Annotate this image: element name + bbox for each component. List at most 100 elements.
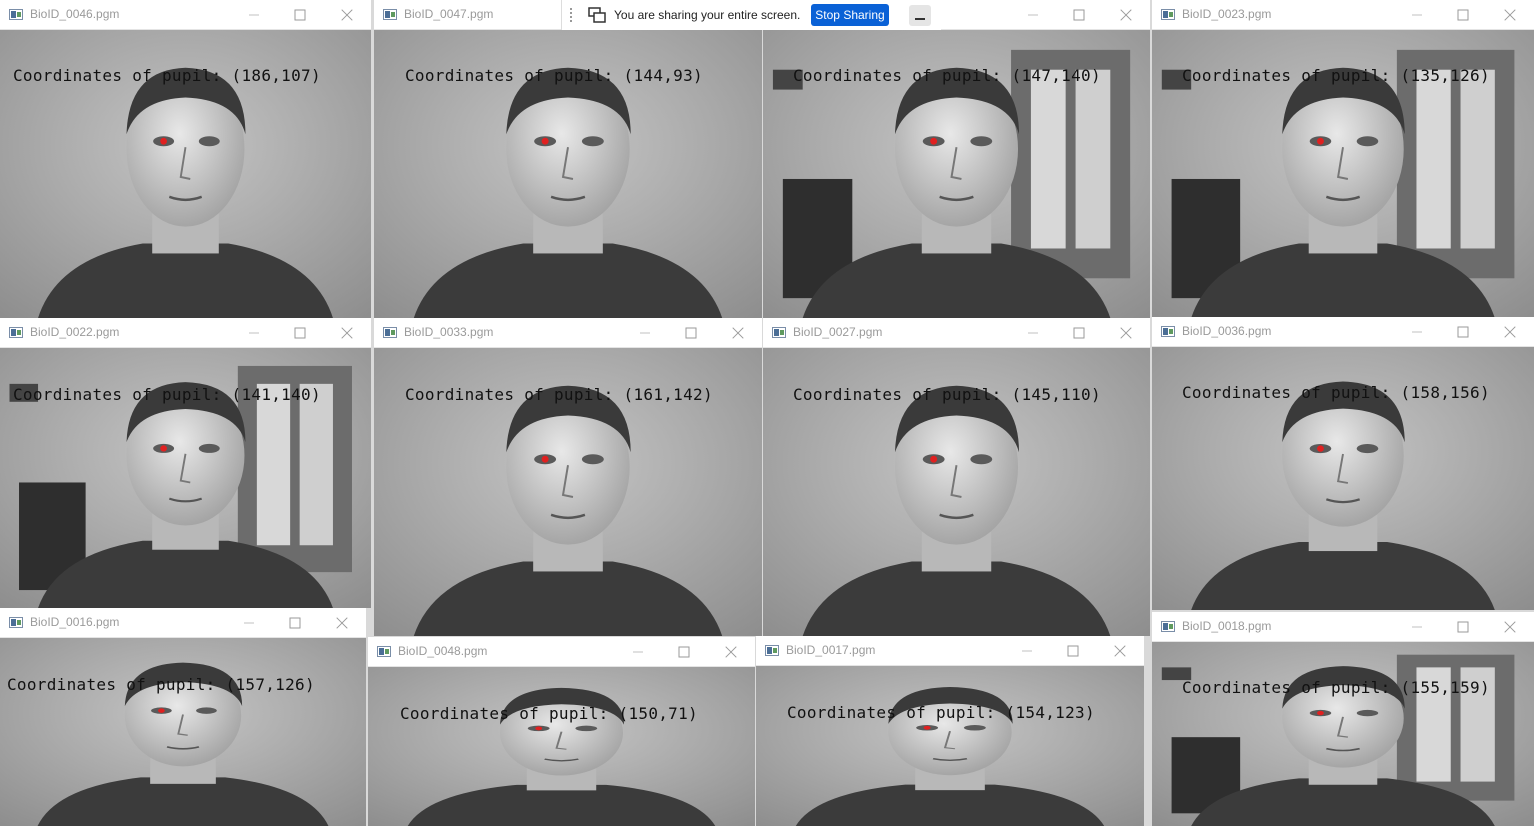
- screen-share-icon: [588, 7, 606, 23]
- window-title: BioID_0036.pgm: [1182, 324, 1272, 338]
- image-window-10[interactable]: BioID_0048.pgm Coordinates of pupil: (15…: [368, 637, 755, 826]
- close-icon: [336, 617, 349, 630]
- maximize-button[interactable]: [661, 637, 707, 667]
- minimize-icon: [633, 651, 643, 653]
- maximize-button[interactable]: [1050, 636, 1096, 666]
- maximize-icon: [294, 327, 306, 339]
- image-window-4[interactable]: BioID_0023.pgm Coordinates of pupil: (13…: [1152, 0, 1534, 318]
- window-title: BioID_0027.pgm: [793, 325, 883, 339]
- maximize-icon: [1073, 327, 1085, 339]
- minimize-icon: [640, 332, 650, 334]
- close-button[interactable]: [1487, 317, 1533, 347]
- image-window-6[interactable]: BioID_0033.pgm Coordinates of pupil: (16…: [374, 318, 762, 636]
- window-titlebar[interactable]: BioID_0048.pgm: [368, 637, 755, 667]
- window-titlebar[interactable]: BioID_0033.pgm: [374, 318, 762, 348]
- image-window-11[interactable]: BioID_0017.pgm Coordinates of pupil: (15…: [756, 636, 1144, 826]
- image-window-5[interactable]: BioID_0022.pgm Coordinates of pupil: (14…: [0, 318, 371, 608]
- close-button[interactable]: [324, 0, 370, 30]
- maximize-icon: [1067, 645, 1079, 657]
- face-image: Coordinates of pupil: (155,159): [1152, 642, 1534, 826]
- image-file-icon: [772, 327, 786, 338]
- face-photo: [368, 667, 755, 826]
- minimize-icon: [1412, 14, 1422, 16]
- maximize-icon: [1457, 9, 1469, 21]
- close-button[interactable]: [1097, 636, 1143, 666]
- stop-sharing-button[interactable]: Stop Sharing: [811, 4, 889, 26]
- drag-handle[interactable]: [570, 8, 572, 23]
- close-button[interactable]: [1103, 318, 1149, 348]
- maximize-icon: [685, 327, 697, 339]
- image-file-icon: [377, 646, 391, 657]
- window-titlebar[interactable]: BioID_0046.pgm: [0, 0, 371, 30]
- hide-share-bar-button[interactable]: [909, 5, 931, 26]
- maximize-button[interactable]: [272, 608, 318, 638]
- face-image: Coordinates of pupil: (144,93): [374, 30, 762, 318]
- image-file-icon: [765, 645, 779, 656]
- image-window-2[interactable]: BioID_0047.pgm Coordinates of pupil: (14…: [374, 0, 762, 318]
- screen-share-bar[interactable]: You are sharing your entire screen. Stop…: [561, 0, 941, 30]
- image-file-icon: [9, 327, 23, 338]
- face-image: Coordinates of pupil: (157,126): [0, 638, 366, 826]
- minimize-button[interactable]: [1010, 0, 1056, 30]
- pupil-coordinates-text: Coordinates of pupil: (145,110): [793, 385, 1101, 404]
- window-title: BioID_0018.pgm: [1182, 619, 1272, 633]
- maximize-button[interactable]: [668, 318, 714, 348]
- maximize-button[interactable]: [1056, 318, 1102, 348]
- face-image: Coordinates of pupil: (141,140): [0, 348, 371, 608]
- image-window-9[interactable]: BioID_0016.pgm Coordinates of pupil: (15…: [0, 608, 366, 826]
- minimize-icon: [1028, 332, 1038, 334]
- image-window-3[interactable]: Coordinates of pupil: (147,140): [763, 0, 1150, 318]
- minimize-button[interactable]: [1004, 636, 1050, 666]
- close-button[interactable]: [708, 637, 754, 667]
- window-titlebar[interactable]: BioID_0036.pgm: [1152, 317, 1534, 347]
- close-button[interactable]: [319, 608, 365, 638]
- image-window-7[interactable]: BioID_0027.pgm Coordinates of pupil: (14…: [763, 318, 1150, 636]
- maximize-button[interactable]: [277, 0, 323, 30]
- close-button[interactable]: [1103, 0, 1149, 30]
- image-window-1[interactable]: BioID_0046.pgm Coordinates of pupil: (18…: [0, 0, 371, 318]
- minimize-icon: [249, 332, 259, 334]
- maximize-button[interactable]: [1056, 0, 1102, 30]
- close-button[interactable]: [715, 318, 761, 348]
- face-image: Coordinates of pupil: (147,140): [763, 30, 1150, 318]
- maximize-button[interactable]: [277, 318, 323, 348]
- minimize-button[interactable]: [231, 0, 277, 30]
- window-titlebar[interactable]: BioID_0023.pgm: [1152, 0, 1534, 30]
- pupil-coordinates-text: Coordinates of pupil: (155,159): [1182, 678, 1490, 697]
- face-photo: [0, 638, 366, 826]
- minimize-button[interactable]: [1394, 612, 1440, 642]
- image-window-12[interactable]: BioID_0018.pgm Coordinates of pupil: (15…: [1152, 612, 1534, 826]
- maximize-icon: [294, 9, 306, 21]
- minimize-icon: [1022, 650, 1032, 652]
- close-icon: [732, 327, 745, 340]
- minimize-button[interactable]: [1394, 317, 1440, 347]
- window-titlebar[interactable]: BioID_0027.pgm: [763, 318, 1150, 348]
- minimize-button[interactable]: [615, 637, 661, 667]
- window-titlebar[interactable]: BioID_0016.pgm: [0, 608, 366, 638]
- image-window-8[interactable]: BioID_0036.pgm Coordinates of pupil: (15…: [1152, 317, 1534, 610]
- maximize-button[interactable]: [1440, 0, 1486, 30]
- window-titlebar[interactable]: BioID_0022.pgm: [0, 318, 371, 348]
- minimize-button[interactable]: [1394, 0, 1440, 30]
- window-title: BioID_0046.pgm: [30, 7, 120, 21]
- face-image: Coordinates of pupil: (135,126): [1152, 30, 1534, 318]
- maximize-icon: [1073, 9, 1085, 21]
- image-file-icon: [383, 9, 397, 20]
- minimize-button[interactable]: [231, 318, 277, 348]
- close-button[interactable]: [1487, 0, 1533, 30]
- share-status-text: You are sharing your entire screen.: [614, 8, 801, 22]
- window-title: BioID_0048.pgm: [398, 644, 488, 658]
- minimize-icon: [1028, 14, 1038, 16]
- close-icon: [1504, 9, 1517, 22]
- window-titlebar[interactable]: BioID_0018.pgm: [1152, 612, 1534, 642]
- minimize-button[interactable]: [1010, 318, 1056, 348]
- close-button[interactable]: [324, 318, 370, 348]
- window-titlebar[interactable]: BioID_0017.pgm: [756, 636, 1144, 666]
- minimize-button[interactable]: [226, 608, 272, 638]
- maximize-button[interactable]: [1440, 317, 1486, 347]
- close-button[interactable]: [1487, 612, 1533, 642]
- minimize-button[interactable]: [622, 318, 668, 348]
- maximize-button[interactable]: [1440, 612, 1486, 642]
- face-image: Coordinates of pupil: (161,142): [374, 348, 762, 636]
- image-file-icon: [383, 327, 397, 338]
